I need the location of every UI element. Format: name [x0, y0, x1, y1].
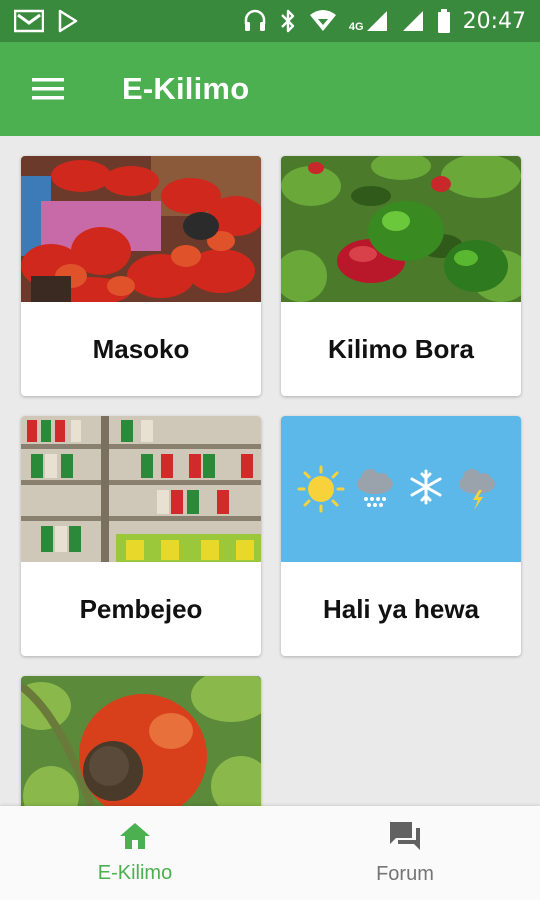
play-store-notification-icon — [56, 9, 80, 33]
nav-item-e-kilimo[interactable]: E-Kilimo — [0, 806, 270, 900]
nav-label-forum: Forum — [376, 863, 434, 885]
bluetooth-icon — [279, 8, 297, 34]
network-type-label: 4G — [348, 21, 364, 33]
app-bar: E-Kilimo — [0, 42, 540, 136]
tomato-image — [21, 676, 261, 806]
peppers-market-image — [21, 156, 261, 302]
nav-item-forum[interactable]: Forum — [270, 806, 540, 900]
peppers-plant-image — [281, 156, 521, 302]
content-area[interactable]: Masoko Kilimo Bora Pembejeo Hali ya hewa — [0, 136, 540, 806]
card-pembejeo[interactable]: Pembejeo — [21, 416, 261, 656]
card-label-pembejeo: Pembejeo — [79, 593, 203, 624]
status-bar: 4G 20:47 — [0, 0, 540, 42]
nav-label-e-kilimo: E-Kilimo — [97, 862, 173, 884]
seed-shelf-image — [21, 416, 261, 562]
wifi-icon — [309, 9, 337, 33]
headset-icon — [243, 8, 267, 34]
card-kilimo-bora[interactable]: Kilimo Bora — [281, 156, 521, 396]
signal-icon — [401, 9, 425, 33]
card-masoko[interactable]: Masoko — [21, 156, 261, 396]
forum-icon — [388, 820, 422, 857]
card-hali-ya-hewa[interactable]: Hali ya hewa — [281, 416, 521, 656]
app-title: E-Kilimo — [122, 71, 250, 106]
weather-banner-image — [281, 416, 521, 562]
card-label-masoko: Masoko — [92, 333, 190, 364]
gmail-notification-icon — [14, 9, 44, 33]
card-tomato[interactable] — [21, 676, 261, 806]
home-icon — [118, 821, 152, 856]
signal-4g-icon: 4G — [349, 9, 389, 33]
battery-icon — [437, 8, 451, 34]
hamburger-menu-icon[interactable] — [24, 65, 72, 113]
status-time: 20:47 — [462, 8, 526, 34]
card-label-hali-ya-hewa: Hali ya hewa — [322, 593, 480, 624]
bottom-navigation: E-Kilimo Forum — [0, 806, 540, 900]
card-label-kilimo-bora: Kilimo Bora — [328, 333, 474, 364]
